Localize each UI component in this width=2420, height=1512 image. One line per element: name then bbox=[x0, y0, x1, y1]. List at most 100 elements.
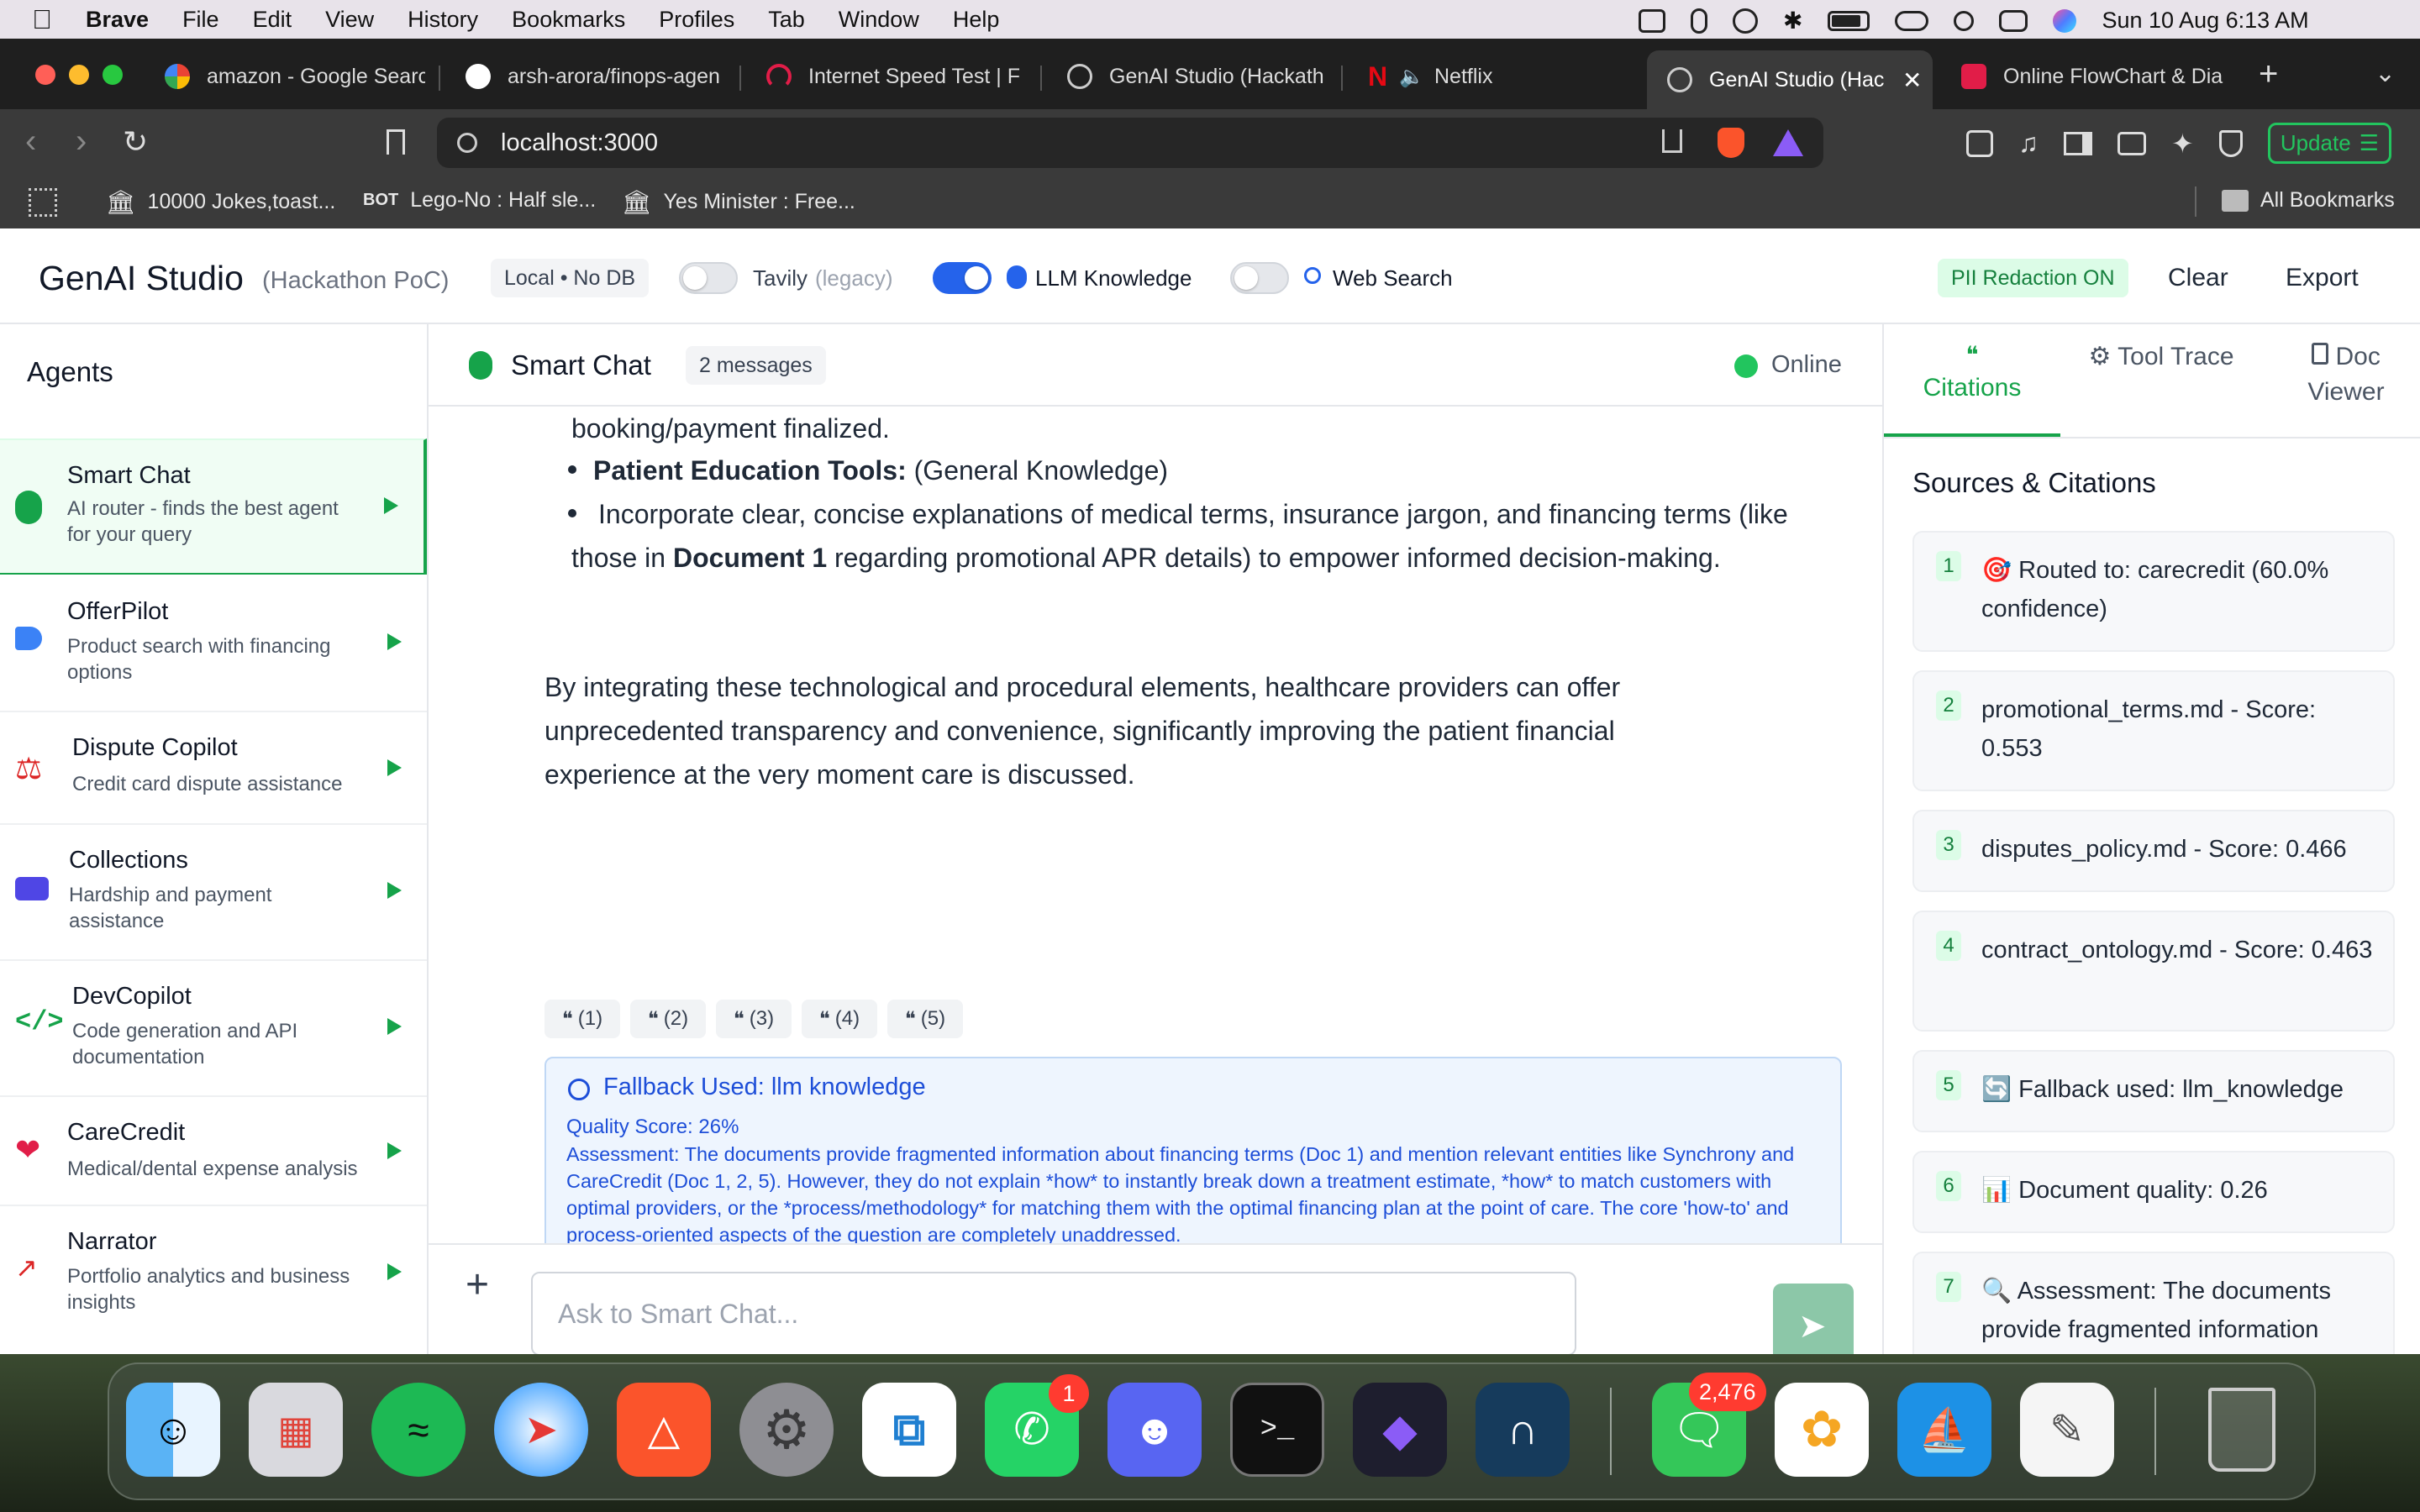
menu-history[interactable]: History bbox=[408, 7, 478, 33]
citation-chip-2[interactable]: ❝ (2) bbox=[630, 1000, 706, 1038]
tab-doc-viewer[interactable]: Doc Viewer bbox=[2279, 339, 2413, 410]
person-icon[interactable] bbox=[1691, 8, 1707, 34]
dock-spotify[interactable]: ≈ bbox=[371, 1383, 466, 1477]
menu-view[interactable]: View bbox=[325, 7, 374, 33]
all-bookmarks[interactable]: All Bookmarks bbox=[2222, 188, 2395, 213]
window-close-button[interactable] bbox=[35, 65, 55, 85]
apple-icon[interactable]:  bbox=[32, 4, 52, 35]
tab-speedtest[interactable]: Internet Speed Test | F bbox=[766, 50, 1027, 102]
dock-discord[interactable]: ☻ bbox=[1107, 1383, 1202, 1477]
dock-podman[interactable]: ∩ bbox=[1476, 1383, 1570, 1477]
agent-carecredit[interactable]: ❤ CareCredit Medical/dental expense anal… bbox=[0, 1097, 427, 1206]
extensions-icon[interactable] bbox=[1966, 129, 1993, 157]
bookmark-page-icon[interactable] bbox=[387, 129, 405, 155]
dock-finder[interactable]: ☺ bbox=[126, 1383, 220, 1477]
citation-item[interactable]: 6 📊 Document quality: 0.26 bbox=[1912, 1151, 2395, 1233]
attach-plus-button[interactable]: + bbox=[466, 1262, 489, 1308]
apps-grid-icon[interactable] bbox=[29, 188, 57, 217]
play-icon[interactable] bbox=[387, 1263, 402, 1280]
play-icon[interactable] bbox=[387, 759, 402, 776]
tab-github[interactable]: arsh-arora/finops-agen bbox=[466, 50, 726, 102]
dock-docker[interactable]: ⛵ bbox=[1897, 1383, 1991, 1477]
share-icon[interactable] bbox=[1662, 129, 1682, 153]
dock-safari[interactable]: ➤ bbox=[494, 1383, 588, 1477]
window-zoom-button[interactable] bbox=[103, 65, 123, 85]
citation-item[interactable]: 1 🎯 Routed to: carecredit (60.0% confide… bbox=[1912, 531, 2395, 652]
export-button[interactable]: Export bbox=[2286, 264, 2359, 292]
bookmark-yes-minister[interactable]: 🏛 Yes Minister : Free... bbox=[622, 188, 855, 216]
site-info-icon[interactable] bbox=[457, 133, 477, 153]
menu-window[interactable]: Window bbox=[839, 7, 919, 33]
play-icon[interactable] bbox=[384, 497, 398, 514]
menu-bookmarks[interactable]: Bookmarks bbox=[512, 7, 625, 33]
play-icon[interactable] bbox=[387, 882, 402, 899]
play-icon[interactable] bbox=[387, 1018, 402, 1035]
citation-chip-3[interactable]: ❝ (3) bbox=[716, 1000, 792, 1038]
search-icon[interactable] bbox=[1954, 10, 1975, 31]
leo-ai-icon[interactable]: ✦ bbox=[2171, 128, 2194, 160]
bookmark-lego[interactable]: BOT Lego-No : Half sle... bbox=[363, 188, 596, 213]
clear-button[interactable]: Clear bbox=[2168, 264, 2228, 292]
speaker-icon[interactable]: 🔈 bbox=[1399, 65, 1424, 89]
url-text[interactable]: localhost:3000 bbox=[501, 129, 658, 157]
agent-dispute-copilot[interactable]: ⚖ Dispute Copilot Credit card dispute as… bbox=[0, 712, 427, 825]
gamepad-icon[interactable] bbox=[1639, 8, 1665, 33]
tab-list-chevron-icon[interactable]: ⌄ bbox=[2375, 59, 2396, 88]
sidebar-toggle-icon[interactable] bbox=[2064, 131, 2092, 155]
play-icon[interactable] bbox=[387, 1142, 402, 1159]
dock-trash[interactable] bbox=[2195, 1383, 2289, 1477]
agent-devcopilot[interactable]: </> DevCopilot Code generation and API d… bbox=[0, 961, 427, 1097]
tavily-toggle[interactable] bbox=[679, 262, 738, 294]
close-tab-icon[interactable]: ✕ bbox=[1902, 66, 1922, 94]
agent-collections[interactable]: Collections Hardship and payment assista… bbox=[0, 825, 427, 961]
tab-tool-trace[interactable]: ⚙ Tool Trace bbox=[2077, 339, 2245, 375]
citation-chip-4[interactable]: ❝ (4) bbox=[802, 1000, 877, 1038]
send-button[interactable]: ➤ bbox=[1773, 1284, 1854, 1364]
citation-item[interactable]: 5 🔄 Fallback used: llm_knowledge bbox=[1912, 1050, 2395, 1132]
agent-smart-chat[interactable]: Smart Chat AI router - finds the best ag… bbox=[0, 438, 427, 575]
menu-edit[interactable]: Edit bbox=[253, 7, 292, 33]
citation-item[interactable]: 2 promotional_terms.md - Score: 0.553 bbox=[1912, 670, 2395, 791]
dock-launchpad[interactable]: ▦ bbox=[249, 1383, 343, 1477]
citation-item[interactable]: 3 disputes_policy.md - Score: 0.466 bbox=[1912, 810, 2395, 892]
bookmark-jokes[interactable]: 🏛 10000 Jokes,toast... bbox=[106, 188, 335, 216]
play-icon[interactable] bbox=[1733, 8, 1758, 34]
dock-obsidian[interactable]: ◆ bbox=[1353, 1383, 1447, 1477]
music-icon[interactable]: ♫ bbox=[2018, 128, 2039, 159]
menu-app-name[interactable]: Brave bbox=[86, 7, 149, 33]
dock-brave[interactable]: △ bbox=[617, 1383, 711, 1477]
menu-tab[interactable]: Tab bbox=[768, 7, 805, 33]
agent-narrator[interactable]: ↗ Narrator Portfolio analytics and busin… bbox=[0, 1206, 427, 1354]
citation-chip-1[interactable]: ❝ (1) bbox=[544, 1000, 620, 1038]
agent-offerpilot[interactable]: OfferPilot Product search with financing… bbox=[0, 576, 427, 712]
tab-genai-studio-active[interactable]: GenAI Studio (Hac ✕ bbox=[1647, 50, 1933, 109]
vpn-shield-icon[interactable] bbox=[2218, 129, 2243, 157]
new-tab-button[interactable]: + bbox=[2259, 55, 2278, 93]
back-icon[interactable]: ‹ bbox=[25, 123, 36, 160]
dock-terminal[interactable]: >_ bbox=[1230, 1383, 1324, 1477]
play-icon[interactable] bbox=[387, 633, 402, 650]
brave-shields-icon[interactable] bbox=[1718, 128, 1744, 158]
window-minimize-button[interactable] bbox=[69, 65, 89, 85]
wallet-icon[interactable] bbox=[2118, 131, 2146, 155]
tab-amazon-search[interactable]: amazon - Google Searc bbox=[165, 50, 425, 102]
citation-chip-5[interactable]: ❝ (5) bbox=[887, 1000, 963, 1038]
web-search-toggle[interactable] bbox=[1230, 262, 1289, 294]
link-icon[interactable] bbox=[1895, 10, 1929, 31]
address-bar[interactable]: localhost:3000 bbox=[437, 118, 1823, 168]
battery-icon[interactable] bbox=[1828, 10, 1870, 31]
bluetooth-icon[interactable]: ✱ bbox=[1783, 7, 1802, 34]
update-button[interactable]: Update ☰ bbox=[2267, 123, 2391, 164]
control-center-icon[interactable] bbox=[1999, 9, 2028, 32]
tab-netflix[interactable]: N 🔈 Netflix bbox=[1368, 50, 1628, 102]
citation-item[interactable]: 4 contract_ontology.md - Score: 0.463 bbox=[1912, 911, 2395, 1032]
brave-rewards-icon[interactable] bbox=[1773, 129, 1803, 156]
llm-knowledge-toggle[interactable] bbox=[933, 262, 992, 294]
dock-photos[interactable]: ✿ bbox=[1775, 1383, 1869, 1477]
forward-icon[interactable]: › bbox=[76, 123, 87, 160]
tab-citations[interactable]: ❝ Citations bbox=[1884, 324, 2060, 437]
menubar-clock[interactable]: Sun 10 Aug 6:13 AM bbox=[2102, 8, 2308, 34]
menu-profiles[interactable]: Profiles bbox=[659, 7, 734, 33]
siri-icon[interactable] bbox=[2053, 8, 2077, 33]
message-input[interactable]: Ask to Smart Chat... bbox=[531, 1272, 1576, 1356]
